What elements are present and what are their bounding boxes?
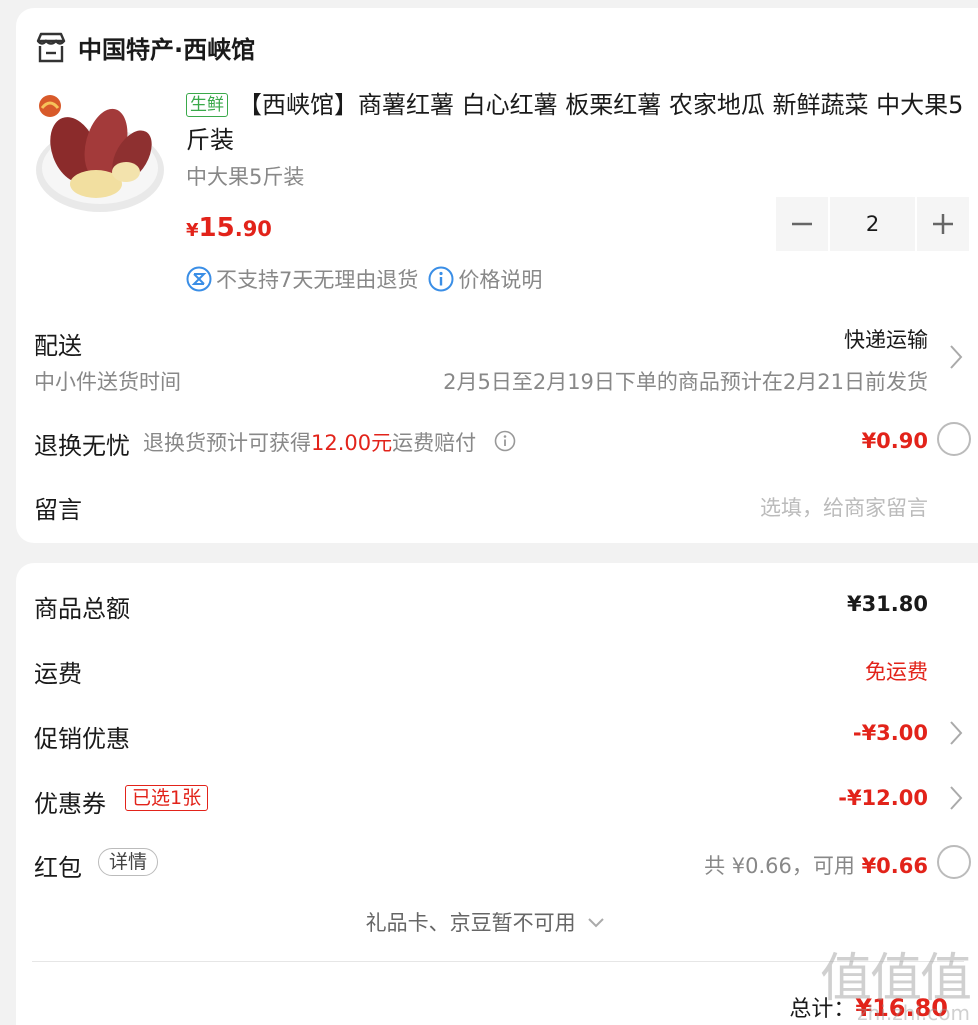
coupon-selected-tag: 已选1张 <box>125 785 209 811</box>
fresh-tag: 生鲜 <box>186 93 228 117</box>
giftcard-row[interactable]: 礼品卡、京豆暂不可用 <box>16 907 978 937</box>
chevron-right-icon <box>950 721 963 745</box>
redpacket-radio[interactable] <box>937 845 971 879</box>
shipping-value: 免运费 <box>865 660 928 684</box>
delivery-schedule: 2月5日至2月19日下单的商品预计在2月21日前发货 <box>443 370 928 394</box>
product-title-text: 【西峡馆】商薯红薯 白心红薯 板栗红薯 农家地瓜 新鲜蔬菜 中大果5斤装 <box>186 91 964 154</box>
shop-name: 中国特产·西峡馆 <box>78 36 256 64</box>
product-info: 生鲜 【西峡馆】商薯红薯 白心红薯 板栗红薯 农家地瓜 新鲜蔬菜 中大果5斤装 中… <box>186 88 976 191</box>
promo-value: -¥3.00 <box>852 721 928 745</box>
chevron-down-icon <box>588 918 605 928</box>
price-info-text[interactable]: 价格说明 <box>458 264 542 294</box>
decrease-button[interactable] <box>776 197 828 251</box>
coupon-value: -¥12.00 <box>838 786 928 810</box>
return-insurance-price: ¥0.90 <box>861 429 928 453</box>
goods-total-label: 商品总额 <box>34 595 130 623</box>
product-image[interactable] <box>34 88 166 220</box>
message-input[interactable]: 选填，给商家留言 <box>760 492 928 522</box>
message-label: 留言 <box>34 496 82 524</box>
product-spec[interactable]: 中大果5斤装 <box>186 161 976 191</box>
chevron-right-icon <box>950 345 963 369</box>
store-icon <box>36 32 66 62</box>
coupon-label: 优惠券 <box>34 790 106 818</box>
increase-button[interactable] <box>917 197 969 251</box>
product-notices: 不支持7天无理由退货 价格说明 <box>186 264 542 294</box>
chevron-right-icon <box>950 786 963 810</box>
minus-icon <box>792 222 812 226</box>
info-icon <box>428 266 454 292</box>
product-title[interactable]: 生鲜 【西峡馆】商薯红薯 白心红薯 板栗红薯 农家地瓜 新鲜蔬菜 中大果5斤装 <box>186 88 976 158</box>
giftcard-text: 礼品卡、京豆暂不可用 <box>365 911 576 935</box>
quantity-stepper: 2 <box>776 197 969 251</box>
delivery-sub-label: 中小件送货时间 <box>34 370 181 394</box>
site-watermark: 值值值 zhi.zhi.com <box>819 949 972 1025</box>
return-insurance-radio[interactable] <box>937 422 971 456</box>
redpacket-detail-button[interactable]: 详情 <box>98 848 159 876</box>
product-price: ¥15.90 <box>186 213 272 243</box>
delivery-label: 配送 <box>34 332 82 360</box>
plus-icon <box>933 214 953 234</box>
no-return-text[interactable]: 不支持7天无理由退货 <box>216 264 418 294</box>
return-insurance-desc: 退换货预计可获得12.00元运费赔付 <box>143 431 477 455</box>
redpacket-summary: 共 ¥0.66，可用 ¥0.66 <box>704 854 928 878</box>
info-icon[interactable] <box>494 430 516 452</box>
quantity-input[interactable]: 2 <box>830 197 915 251</box>
order-item-card: 中国特产·西峡馆 生鲜 【西峡馆】商薯红薯 白心红薯 板栗红薯 农家地瓜 新鲜蔬菜… <box>16 8 978 543</box>
no-return-icon <box>186 266 212 292</box>
redpacket-label: 红包 <box>34 854 82 882</box>
goods-total-value: ¥31.80 <box>846 592 928 616</box>
delivery-method: 快递运输 <box>844 328 928 352</box>
promo-label: 促销优惠 <box>34 725 130 753</box>
shipping-label: 运费 <box>34 660 82 688</box>
return-insurance-label: 退换无忧 <box>34 432 130 460</box>
shop-header[interactable]: 中国特产·西峡馆 <box>34 30 255 65</box>
